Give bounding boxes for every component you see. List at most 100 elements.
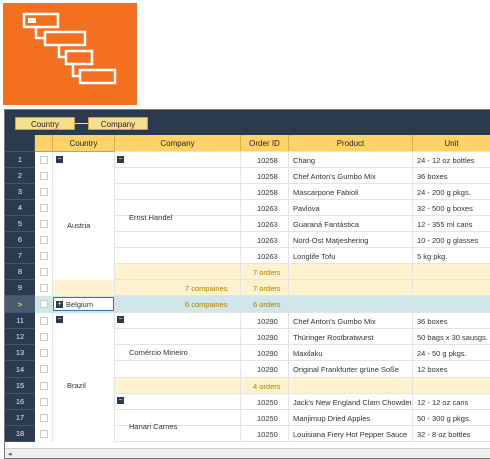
order-id-cell[interactable]: 10258 xyxy=(257,188,289,197)
row-number[interactable]: 1 xyxy=(5,152,35,168)
column-header-unit[interactable]: Unit xyxy=(413,135,490,152)
unit-cell[interactable]: 50 bags x 30 sausgs. xyxy=(417,333,490,342)
row-checkbox[interactable] xyxy=(40,204,48,212)
row-checkbox[interactable] xyxy=(40,284,48,292)
product-cell[interactable]: Chef Anton's Gumbo Mix xyxy=(293,172,411,181)
column-header-product[interactable]: Product xyxy=(289,135,413,152)
row-checkbox[interactable] xyxy=(40,349,48,357)
row-number[interactable]: 12 xyxy=(5,329,35,345)
scroll-left-arrow-icon[interactable]: ◂ xyxy=(8,450,12,458)
order-id-cell[interactable]: 10290 xyxy=(257,365,289,374)
collapse-toggle-austria[interactable]: − xyxy=(56,156,63,163)
row-checkbox[interactable] xyxy=(40,156,48,164)
row-number[interactable]: 15 xyxy=(5,378,35,394)
row-number[interactable]: 7 xyxy=(5,248,35,264)
row-number[interactable]: 5 xyxy=(5,216,35,232)
product-cell[interactable]: Maxilaku xyxy=(293,349,411,358)
group-label-hanari-carnes: Hanari Carnes xyxy=(129,422,178,431)
row-checkbox[interactable] xyxy=(40,365,48,373)
unit-cell[interactable]: 5 kg pkg. xyxy=(417,252,490,261)
row-checkbox[interactable] xyxy=(40,382,48,390)
row-number[interactable]: > xyxy=(5,296,35,313)
row-checkbox[interactable] xyxy=(40,220,48,228)
row-checkbox[interactable] xyxy=(40,430,48,438)
group-panel: Country Company xyxy=(5,110,490,135)
product-cell[interactable]: Jack's New England Clam Chowder xyxy=(293,398,411,407)
column-header-country[interactable]: Country xyxy=(53,135,115,152)
product-cell[interactable]: Chef Anton's Gumbo Mix xyxy=(293,317,411,326)
unit-cell[interactable]: 32 - 500 g boxes xyxy=(417,204,490,213)
row-number[interactable]: 3 xyxy=(5,184,35,200)
order-id-cell[interactable]: 10290 xyxy=(257,333,289,342)
product-cell[interactable]: Mascarpone Fabioli xyxy=(293,188,411,197)
row-number[interactable]: 17 xyxy=(5,410,35,426)
unit-cell[interactable]: 12 - 12 oz cans xyxy=(417,398,490,407)
expand-toggle-belgium[interactable]: + xyxy=(56,301,63,308)
horizontal-scrollbar[interactable]: ◂ xyxy=(5,448,490,458)
order-id-cell[interactable]: 10263 xyxy=(257,220,289,229)
order-id-cell[interactable]: 10263 xyxy=(257,252,289,261)
order-id-cell[interactable]: 10290 xyxy=(257,317,289,326)
product-cell[interactable]: Manjimup Dried Apples xyxy=(293,414,411,423)
collapse-toggle-hanari[interactable]: − xyxy=(117,397,124,404)
column-header-company[interactable]: Company xyxy=(115,135,241,152)
collapse-toggle-ernst[interactable]: − xyxy=(117,156,124,163)
row-checkbox[interactable] xyxy=(40,414,48,422)
unit-cell[interactable]: 24 - 12 oz bottles xyxy=(417,156,490,165)
row-number[interactable]: 9 xyxy=(5,280,35,296)
unit-cell[interactable]: 10 - 200 g glasses xyxy=(417,236,490,245)
row-number[interactable]: 2 xyxy=(5,168,35,184)
row-checkbox[interactable] xyxy=(40,252,48,260)
product-cell[interactable]: Thüringer Rostbratwurst xyxy=(293,333,411,342)
unit-cell[interactable]: 36 boxes xyxy=(417,317,490,326)
product-cell[interactable]: Louisiana Fiery Hot Pepper Sauce xyxy=(293,430,411,439)
row-number[interactable]: 6 xyxy=(5,232,35,248)
row-number[interactable]: 4 xyxy=(5,200,35,216)
product-cell[interactable]: Longlife Tofu xyxy=(293,252,411,261)
row-number[interactable]: 13 xyxy=(5,345,35,361)
row-checkbox[interactable] xyxy=(40,188,48,196)
row-checkbox[interactable] xyxy=(40,398,48,406)
row-number[interactable]: 16 xyxy=(5,394,35,410)
product-cell[interactable]: Guaraná Fantástica xyxy=(293,220,411,229)
row-checkbox[interactable] xyxy=(40,172,48,180)
product-cell[interactable]: Nord-Ost Matjeshering xyxy=(293,236,411,245)
order-id-cell[interactable]: 10290 xyxy=(257,349,289,358)
order-id-cell[interactable]: 10250 xyxy=(257,398,289,407)
collapse-toggle-comercio[interactable]: − xyxy=(117,316,124,323)
order-id-cell[interactable]: 10263 xyxy=(257,204,289,213)
row-number[interactable]: 14 xyxy=(5,361,35,378)
row-checkbox[interactable] xyxy=(40,268,48,276)
row-number[interactable]: 11 xyxy=(5,313,35,329)
order-id-cell[interactable]: 10250 xyxy=(257,430,289,439)
row-checkbox[interactable] xyxy=(40,333,48,341)
group-label-brazil: Brazil xyxy=(67,381,86,390)
unit-cell[interactable]: 50 - 300 g pkgs. xyxy=(417,414,490,423)
select-all-header[interactable] xyxy=(35,135,53,152)
row-number[interactable]: 8 xyxy=(5,264,35,280)
row-divider xyxy=(115,231,490,232)
column-header-order-id[interactable]: Order ID xyxy=(241,135,289,152)
unit-cell[interactable]: 12 - 355 ml cans xyxy=(417,220,490,229)
product-cell[interactable]: Original Frankfurter grüne Soße xyxy=(293,365,411,374)
order-id-cell[interactable]: 10258 xyxy=(257,172,289,181)
order-id-cell[interactable]: 10258 xyxy=(257,156,289,165)
column-divider xyxy=(114,152,115,442)
row-number[interactable]: 18 xyxy=(5,426,35,442)
group-chip-country[interactable]: Country xyxy=(15,117,75,130)
order-id-cell[interactable]: 10250 xyxy=(257,414,289,423)
row-checkbox[interactable] xyxy=(40,236,48,244)
unit-cell[interactable]: 32 - 8 oz bottles xyxy=(417,430,490,439)
product-cell[interactable]: Pavlova xyxy=(293,204,411,213)
unit-cell[interactable]: 24 - 200 g pkgs. xyxy=(417,188,490,197)
unit-cell[interactable]: 24 - 50 g pkgs. xyxy=(417,349,490,358)
row-checkbox[interactable] xyxy=(40,300,48,308)
collapse-toggle-brazil[interactable]: − xyxy=(56,316,63,323)
order-id-cell[interactable]: 10263 xyxy=(257,236,289,245)
row-checkbox[interactable] xyxy=(40,317,48,325)
unit-cell[interactable]: 12 boxes xyxy=(417,365,490,374)
product-cell[interactable]: Chang xyxy=(293,156,411,165)
group-chip-company[interactable]: Company xyxy=(88,117,148,130)
row-divider xyxy=(115,360,490,361)
unit-cell[interactable]: 36 boxes xyxy=(417,172,490,181)
